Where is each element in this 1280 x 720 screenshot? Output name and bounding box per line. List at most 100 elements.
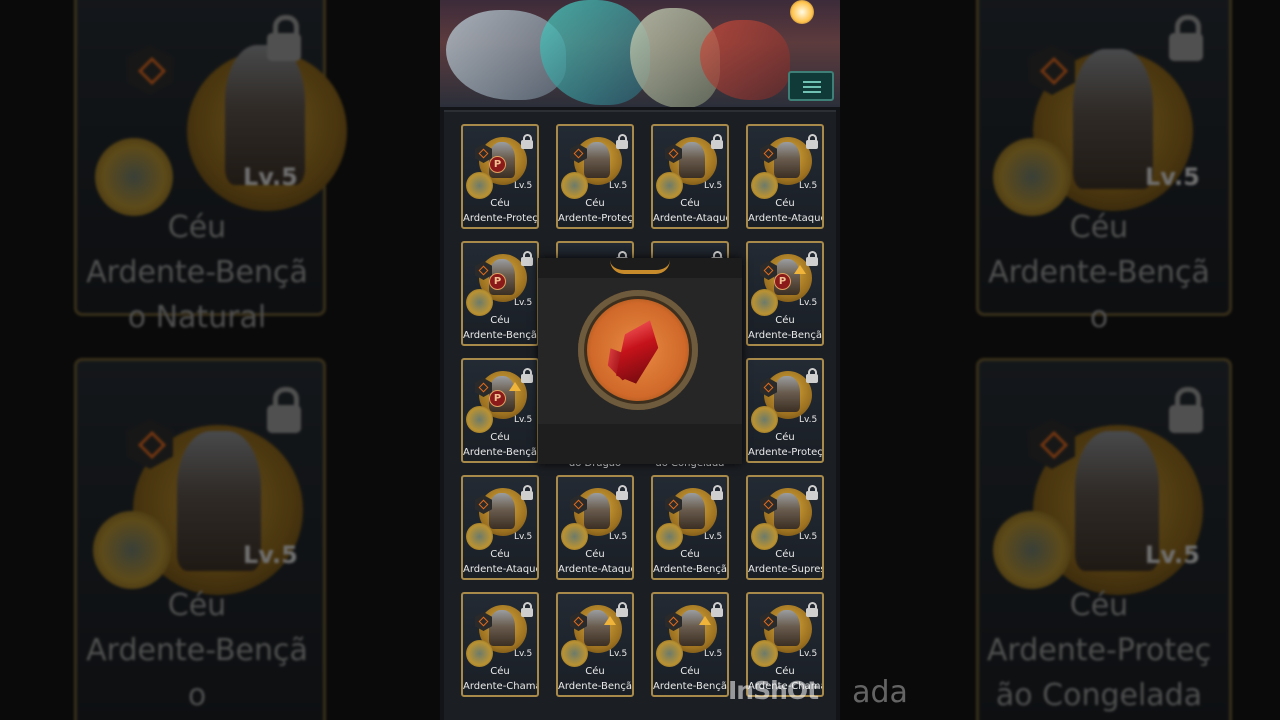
hero-card[interactable]: Lv.5 CéuArdente-Proteção Congelada	[746, 358, 824, 463]
card-name: CéuArdente-Benção	[558, 666, 632, 692]
level-label: Lv.5	[799, 649, 818, 659]
dragon-emblem-icon	[561, 172, 588, 199]
backdrop-card: Lv.5 Céu Ardente-Bençã o	[74, 358, 326, 720]
item-popup[interactable]	[538, 258, 742, 464]
hero-card[interactable]: Lv.5 CéuArdente-Benção Natural	[651, 475, 729, 580]
card-name: CéuArdente-Chamado Dragão	[463, 666, 539, 692]
backdrop-card: Lv.5 Céu Ardente-Bençã o	[976, 0, 1232, 335]
lock-icon	[267, 387, 301, 433]
dragon-emblem-icon	[561, 523, 588, 550]
dragon-emblem-icon	[656, 523, 683, 550]
lock-icon	[521, 602, 533, 617]
upgrade-arrow-icon	[509, 382, 521, 391]
hero-figure	[584, 493, 610, 529]
hero-card[interactable]: Lv.5 CéuArdente-Benção	[651, 592, 729, 697]
hero-card[interactable]: Lv.5 CéuArdente-AtaquePesado	[746, 124, 824, 229]
level-label: Lv.5	[243, 163, 298, 191]
dragon-emblem-icon	[993, 511, 1071, 589]
hero-figure	[774, 376, 800, 412]
menu-button[interactable]	[788, 71, 834, 101]
watermark: InShOt	[728, 676, 819, 705]
lock-icon	[521, 368, 533, 383]
hero-card[interactable]: Lv.5 CéuArdente-Chamado Dragão	[461, 592, 539, 697]
card-name: CéuArdente-Proteção Congelada	[558, 198, 633, 224]
level-label: Lv.5	[609, 532, 628, 542]
dragon-emblem-icon	[751, 172, 778, 199]
left-blurred-backdrop: Lv.5 Céu Ardente-Bençã o Natural Lv.5 Cé…	[0, 0, 440, 720]
level-label: Lv.5	[243, 541, 298, 569]
hero-card[interactable]: Lv.5 CéuArdente-AtaquePesado	[556, 475, 634, 580]
lock-icon	[711, 485, 723, 500]
level-label: Lv.5	[609, 181, 628, 191]
hero-card[interactable]: Lv.5 CéuArdente-Supressão do	[746, 475, 824, 580]
card-name: CéuArdente-AtaquePesado	[653, 198, 729, 224]
level-label: Lv.5	[514, 298, 533, 308]
lock-icon	[521, 485, 533, 500]
level-label: Lv.5	[609, 649, 628, 659]
hero-card[interactable]: P Lv.5 CéuArdente-Benção Natural	[461, 241, 539, 346]
level-label: Lv.5	[704, 532, 723, 542]
hero-card[interactable]: Lv.5 CéuArdente-AtaquePesado	[461, 475, 539, 580]
element-hex-icon	[127, 45, 173, 95]
card-name: CéuArdente-Benção	[748, 315, 822, 341]
dragon-emblem-icon	[466, 406, 493, 433]
hero-figure	[584, 142, 610, 178]
hero-figure	[679, 142, 705, 178]
level-label: Lv.5	[704, 181, 723, 191]
dragon-emblem-icon	[93, 511, 171, 589]
lock-icon	[1169, 15, 1203, 61]
dragon-emblem-icon	[466, 523, 493, 550]
hero-figure	[489, 610, 515, 646]
hero-card[interactable]: Lv.5 CéuArdente-AtaquePesado	[651, 124, 729, 229]
level-label: Lv.5	[799, 532, 818, 542]
lock-icon	[521, 251, 533, 266]
card-name: CéuArdente-AtaquePesado	[748, 198, 824, 224]
lock-icon	[806, 134, 818, 149]
upgrade-arrow-icon	[699, 616, 711, 625]
hero-card[interactable]: P Lv.5 CéuArdente-Benção	[746, 241, 824, 346]
card-name: CéuArdente-Benção Natural	[653, 549, 727, 575]
dragon-emblem-icon	[656, 172, 683, 199]
hero-card[interactable]: Lv.5 CéuArdente-Proteção Congelada	[556, 124, 634, 229]
dragon-emblem-icon	[751, 640, 778, 667]
hero-figure	[489, 493, 515, 529]
hero-card[interactable]: P Lv.5 CéuArdente-Benção	[461, 358, 539, 463]
lock-icon	[616, 134, 628, 149]
lock-icon	[1169, 387, 1203, 433]
hero-card[interactable]: P Lv.5 CéuArdente-Proteção Congelada	[461, 124, 539, 229]
level-label: Lv.5	[799, 298, 818, 308]
card-name: CéuArdente-Benção Natural	[463, 315, 537, 341]
bottom-text-fragment: ada	[852, 675, 908, 710]
hero-figure	[774, 142, 800, 178]
level-label: Lv.5	[514, 415, 533, 425]
lock-icon	[711, 134, 723, 149]
lock-icon	[521, 134, 533, 149]
card-name: CéuArdente-Supressão do	[748, 549, 824, 575]
lock-icon	[806, 602, 818, 617]
p-badge-icon: P	[489, 390, 506, 407]
card-name: CéuArdente-Proteção Congelada	[748, 432, 823, 458]
dragon-emblem-icon	[466, 289, 493, 316]
dragon-emblem-icon	[466, 640, 493, 667]
p-badge-icon: P	[489, 273, 506, 290]
level-label: Lv.5	[514, 532, 533, 542]
dragon-emblem-icon	[561, 640, 588, 667]
dragon-emblem-icon	[656, 640, 683, 667]
dragon-emblem-icon	[466, 172, 493, 199]
lock-icon	[806, 368, 818, 383]
sun-icon	[790, 0, 814, 24]
backdrop-card: Lv.5 Céu Ardente-Proteç ão Congelada	[976, 358, 1232, 720]
level-label: Lv.5	[1145, 541, 1200, 569]
upgrade-arrow-icon	[604, 616, 616, 625]
lock-icon	[616, 602, 628, 617]
hero-card[interactable]: Lv.5 CéuArdente-Benção	[556, 592, 634, 697]
card-name: CéuArdente-Proteção Congelada	[463, 198, 538, 224]
dragon-emblem-icon	[751, 406, 778, 433]
upgrade-arrow-icon	[794, 265, 806, 274]
card-name: Céu Ardente-Proteç ão Congelada	[986, 588, 1212, 713]
card-name: Céu Ardente-Bençã o Natural	[86, 210, 308, 335]
p-badge-icon: P	[774, 273, 791, 290]
dragon-banner	[440, 0, 840, 107]
card-name: CéuArdente-Benção	[653, 666, 727, 692]
lock-icon	[616, 485, 628, 500]
